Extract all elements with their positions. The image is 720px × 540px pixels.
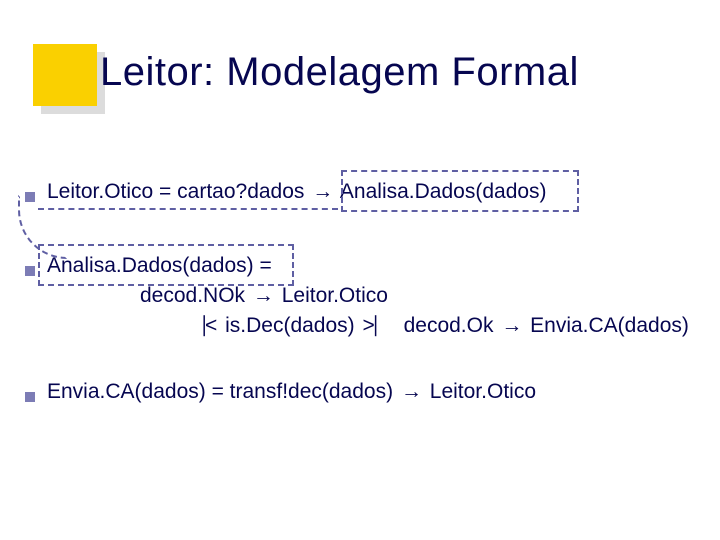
highlight-connector-top <box>38 208 338 210</box>
bullet-icon <box>25 266 35 276</box>
highlight-box-call <box>341 170 579 212</box>
accent-yellow-square <box>33 44 97 106</box>
text: Leitor.Otico = cartao?dados <box>47 180 310 203</box>
slide-title: Leitor: Modelagem Formal <box>100 50 579 95</box>
bullet-icon <box>25 392 35 402</box>
guard-open-icon: ⎹< <box>182 314 219 337</box>
text: is.Dec(dados) <box>219 314 360 337</box>
highlight-box-def <box>38 244 294 286</box>
text: Leitor.Otico <box>424 380 536 403</box>
arrow-icon: → <box>399 380 424 403</box>
arrow-icon: → <box>499 314 524 337</box>
text: Envia.CA(dados) <box>524 314 689 337</box>
arrow-icon: → <box>251 284 276 307</box>
guard-close-icon: >⎸ <box>360 314 397 337</box>
highlight-connector <box>18 195 67 259</box>
text: Leitor.Otico <box>276 284 388 307</box>
branch-guard-decod-ok: ⎹< is.Dec(dados) >⎸ decod.Ok → Envia.CA(… <box>182 314 689 338</box>
branch-decod-nok: decod.NOk → Leitor.Otico <box>140 284 388 308</box>
text: decod.NOk <box>140 284 251 307</box>
text: Envia.CA(dados) = transf!dec(dados) <box>47 380 399 403</box>
slide: Leitor: Modelagem Formal Leitor.Otico = … <box>0 0 720 540</box>
text: decod.Ok <box>398 314 500 337</box>
definition-envia-ca: Envia.CA(dados) = transf!dec(dados) → Le… <box>47 380 536 404</box>
arrow-icon: → <box>310 180 335 203</box>
